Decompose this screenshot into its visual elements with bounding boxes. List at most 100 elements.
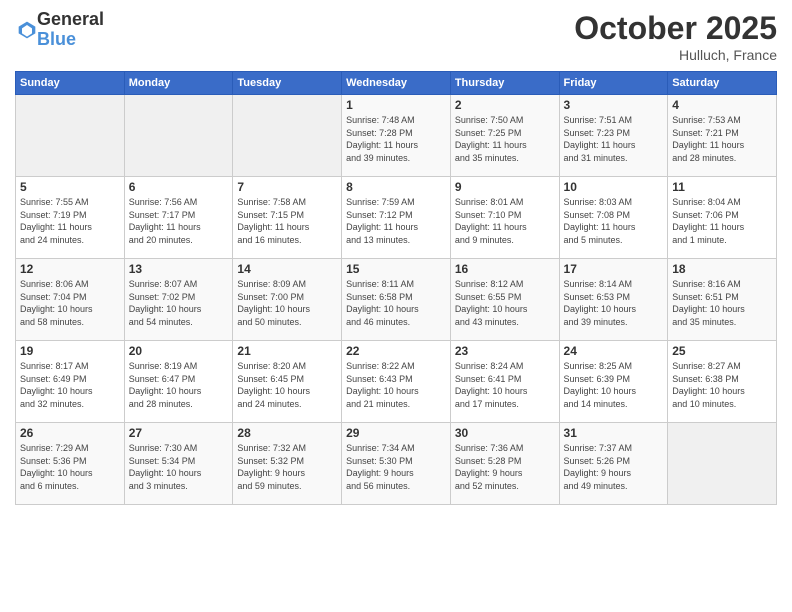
calendar-cell: 7 Sunrise: 7:58 AM Sunset: 7:15 PM Daylig…: [233, 177, 342, 259]
day-info: Sunrise: 7:48 AM Sunset: 7:28 PM Dayligh…: [346, 114, 446, 164]
logo-icon: [17, 20, 37, 40]
day-number: 22: [346, 344, 446, 358]
calendar-cell: 27Sunrise: 7:30 AM Sunset: 5:34 PM Dayli…: [124, 423, 233, 505]
day-number: 12: [20, 262, 120, 276]
day-info: Sunrise: 8:14 AM Sunset: 6:53 PM Dayligh…: [564, 278, 664, 328]
logo-text: General Blue: [37, 10, 104, 50]
location: Hulluch, France: [574, 47, 777, 63]
week-row-5: 26 Sunrise: 7:29 AM Sunset: 5:36 PM Dayli…: [16, 423, 777, 505]
day-number: 14: [237, 262, 337, 276]
day-number: 9: [455, 180, 555, 194]
calendar-cell: [124, 95, 233, 177]
calendar-cell: [16, 95, 125, 177]
day-number: 2: [455, 98, 555, 112]
calendar-cell: 9 Sunrise: 8:01 AM Sunset: 7:10 PM Daylig…: [450, 177, 559, 259]
calendar-cell: 16 Sunrise: 8:12 AM Sunset: 6:55 PM Dayli…: [450, 259, 559, 341]
day-number: 27: [129, 426, 229, 440]
calendar-cell: 29 Sunrise: 7:34 AM Sunset: 5:30 PM Dayli…: [342, 423, 451, 505]
day-number: 13: [129, 262, 229, 276]
calendar-cell: 26 Sunrise: 7:29 AM Sunset: 5:36 PM Dayli…: [16, 423, 125, 505]
column-header-sunday: Sunday: [16, 72, 125, 95]
header: General Blue October 2025 Hulluch, Franc…: [15, 10, 777, 63]
calendar-cell: 15 Sunrise: 8:11 AM Sunset: 6:58 PM Dayli…: [342, 259, 451, 341]
calendar-cell: 22 Sunrise: 8:22 AM Sunset: 6:43 PM Dayli…: [342, 341, 451, 423]
day-info: Sunrise: 8:12 AM Sunset: 6:55 PM Dayligh…: [455, 278, 555, 328]
calendar-cell: 19 Sunrise: 8:17 AM Sunset: 6:49 PM Dayli…: [16, 341, 125, 423]
day-info: Sunrise: 7:59 AM Sunset: 7:12 PM Dayligh…: [346, 196, 446, 246]
logo: General Blue: [15, 10, 104, 50]
week-row-1: 1Sunrise: 7:48 AM Sunset: 7:28 PM Daylig…: [16, 95, 777, 177]
day-info: Sunrise: 7:56 AM Sunset: 7:17 PM Dayligh…: [129, 196, 229, 246]
day-info: Sunrise: 8:24 AM Sunset: 6:41 PM Dayligh…: [455, 360, 555, 410]
calendar-cell: 4Sunrise: 7:53 AM Sunset: 7:21 PM Daylig…: [668, 95, 777, 177]
day-info: Sunrise: 8:11 AM Sunset: 6:58 PM Dayligh…: [346, 278, 446, 328]
day-info: Sunrise: 8:04 AM Sunset: 7:06 PM Dayligh…: [672, 196, 772, 246]
day-number: 25: [672, 344, 772, 358]
calendar-table: SundayMondayTuesdayWednesdayThursdayFrid…: [15, 71, 777, 505]
day-number: 11: [672, 180, 772, 194]
title-area: October 2025 Hulluch, France: [574, 10, 777, 63]
day-number: 5: [20, 180, 120, 194]
day-number: 23: [455, 344, 555, 358]
day-number: 30: [455, 426, 555, 440]
column-header-saturday: Saturday: [668, 72, 777, 95]
day-info: Sunrise: 7:53 AM Sunset: 7:21 PM Dayligh…: [672, 114, 772, 164]
day-info: Sunrise: 7:55 AM Sunset: 7:19 PM Dayligh…: [20, 196, 120, 246]
day-info: Sunrise: 7:29 AM Sunset: 5:36 PM Dayligh…: [20, 442, 120, 492]
day-number: 10: [564, 180, 664, 194]
day-info: Sunrise: 8:09 AM Sunset: 7:00 PM Dayligh…: [237, 278, 337, 328]
column-header-wednesday: Wednesday: [342, 72, 451, 95]
day-number: 16: [455, 262, 555, 276]
calendar-cell: 12 Sunrise: 8:06 AM Sunset: 7:04 PM Dayli…: [16, 259, 125, 341]
day-info: Sunrise: 8:22 AM Sunset: 6:43 PM Dayligh…: [346, 360, 446, 410]
calendar-cell: [668, 423, 777, 505]
day-number: 20: [129, 344, 229, 358]
day-info: Sunrise: 7:37 AM Sunset: 5:26 PM Dayligh…: [564, 442, 664, 492]
day-info: Sunrise: 8:07 AM Sunset: 7:02 PM Dayligh…: [129, 278, 229, 328]
calendar-cell: 24Sunrise: 8:25 AM Sunset: 6:39 PM Dayli…: [559, 341, 668, 423]
calendar-cell: 1Sunrise: 7:48 AM Sunset: 7:28 PM Daylig…: [342, 95, 451, 177]
day-info: Sunrise: 7:32 AM Sunset: 5:32 PM Dayligh…: [237, 442, 337, 492]
day-info: Sunrise: 8:16 AM Sunset: 6:51 PM Dayligh…: [672, 278, 772, 328]
calendar-cell: 18Sunrise: 8:16 AM Sunset: 6:51 PM Dayli…: [668, 259, 777, 341]
calendar-cell: 30 Sunrise: 7:36 AM Sunset: 5:28 PM Dayli…: [450, 423, 559, 505]
day-info: Sunrise: 8:17 AM Sunset: 6:49 PM Dayligh…: [20, 360, 120, 410]
week-row-4: 19 Sunrise: 8:17 AM Sunset: 6:49 PM Dayli…: [16, 341, 777, 423]
day-number: 31: [564, 426, 664, 440]
calendar-cell: 11 Sunrise: 8:04 AM Sunset: 7:06 PM Dayli…: [668, 177, 777, 259]
calendar-cell: 20Sunrise: 8:19 AM Sunset: 6:47 PM Dayli…: [124, 341, 233, 423]
calendar-cell: 3 Sunrise: 7:51 AM Sunset: 7:23 PM Daylig…: [559, 95, 668, 177]
day-info: Sunrise: 8:20 AM Sunset: 6:45 PM Dayligh…: [237, 360, 337, 410]
day-number: 17: [564, 262, 664, 276]
calendar-cell: 8 Sunrise: 7:59 AM Sunset: 7:12 PM Daylig…: [342, 177, 451, 259]
calendar-cell: [233, 95, 342, 177]
calendar-cell: 6Sunrise: 7:56 AM Sunset: 7:17 PM Daylig…: [124, 177, 233, 259]
day-info: Sunrise: 7:34 AM Sunset: 5:30 PM Dayligh…: [346, 442, 446, 492]
column-header-thursday: Thursday: [450, 72, 559, 95]
day-info: Sunrise: 8:06 AM Sunset: 7:04 PM Dayligh…: [20, 278, 120, 328]
day-number: 29: [346, 426, 446, 440]
column-header-tuesday: Tuesday: [233, 72, 342, 95]
day-info: Sunrise: 7:51 AM Sunset: 7:23 PM Dayligh…: [564, 114, 664, 164]
day-number: 26: [20, 426, 120, 440]
day-number: 19: [20, 344, 120, 358]
calendar-cell: 17 Sunrise: 8:14 AM Sunset: 6:53 PM Dayli…: [559, 259, 668, 341]
day-number: 28: [237, 426, 337, 440]
day-number: 15: [346, 262, 446, 276]
calendar-cell: 10Sunrise: 8:03 AM Sunset: 7:08 PM Dayli…: [559, 177, 668, 259]
month-title: October 2025: [574, 10, 777, 47]
logo-blue: Blue: [37, 30, 104, 50]
calendar-cell: 14 Sunrise: 8:09 AM Sunset: 7:00 PM Dayli…: [233, 259, 342, 341]
day-info: Sunrise: 7:58 AM Sunset: 7:15 PM Dayligh…: [237, 196, 337, 246]
calendar-cell: 31 Sunrise: 7:37 AM Sunset: 5:26 PM Dayli…: [559, 423, 668, 505]
calendar-cell: 23 Sunrise: 8:24 AM Sunset: 6:41 PM Dayli…: [450, 341, 559, 423]
column-header-friday: Friday: [559, 72, 668, 95]
day-number: 24: [564, 344, 664, 358]
day-number: 3: [564, 98, 664, 112]
day-number: 21: [237, 344, 337, 358]
logo-general: General: [37, 10, 104, 30]
day-number: 7: [237, 180, 337, 194]
day-info: Sunrise: 7:36 AM Sunset: 5:28 PM Dayligh…: [455, 442, 555, 492]
day-number: 8: [346, 180, 446, 194]
day-info: Sunrise: 8:01 AM Sunset: 7:10 PM Dayligh…: [455, 196, 555, 246]
